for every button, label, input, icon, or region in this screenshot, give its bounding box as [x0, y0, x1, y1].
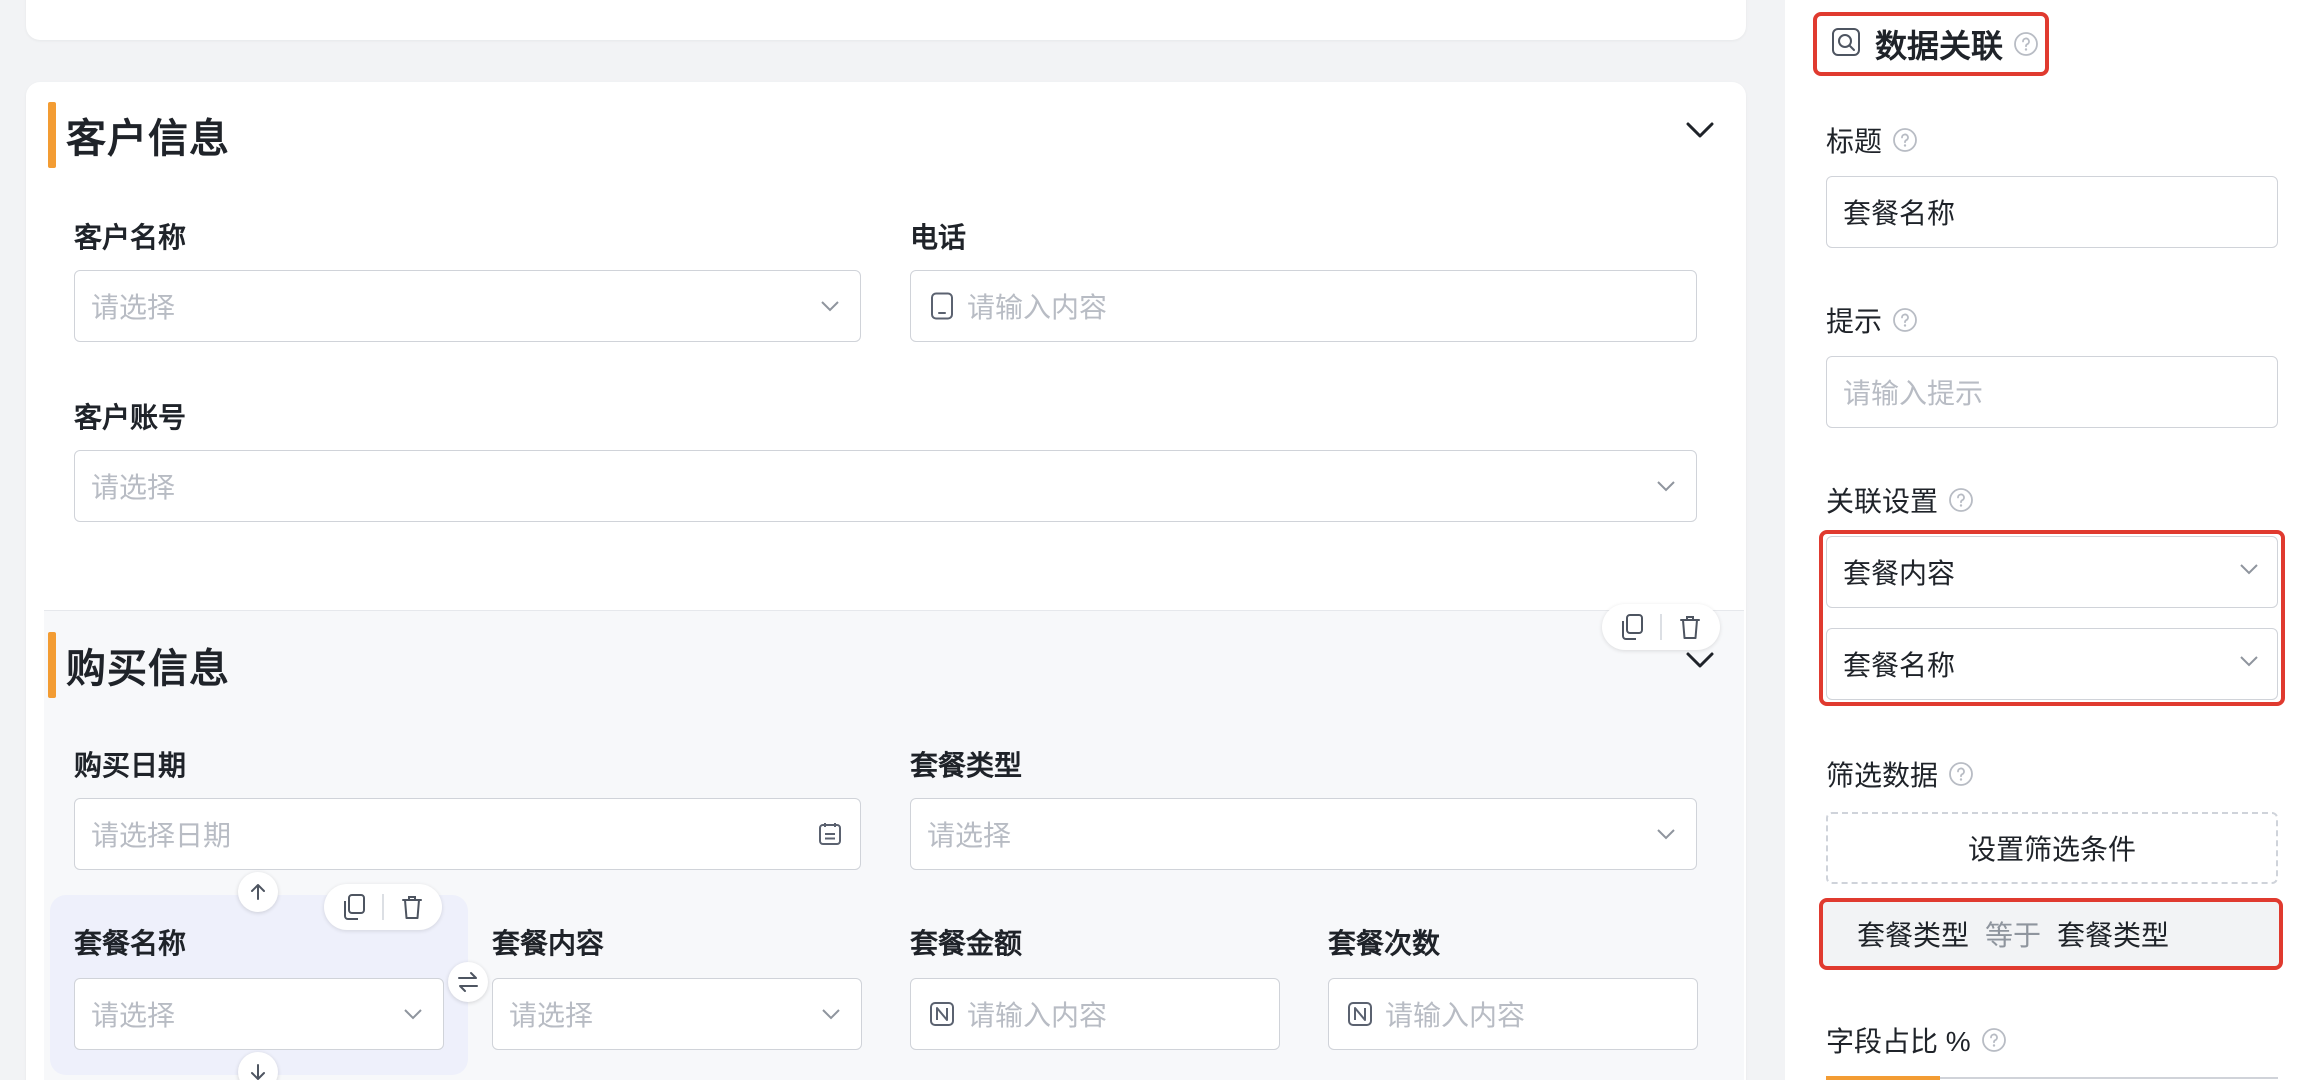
phone-placeholder: 请输入内容	[967, 292, 1108, 323]
customer-account-label: 客户账号	[74, 402, 187, 433]
package-name-select[interactable]: 请选择	[74, 978, 444, 1050]
field-toolbar	[324, 884, 442, 930]
customer-section-header: 客户信息	[48, 102, 230, 168]
purchase-section-header: 购买信息	[48, 632, 230, 698]
delete-icon[interactable]	[392, 887, 432, 927]
condition-operator: 等于	[1985, 920, 2042, 951]
purchase-date-picker[interactable]: 请选择日期	[74, 798, 861, 870]
hint-label-text: 提示	[1826, 306, 1883, 337]
relation-setting-label: 关联设置	[1826, 480, 1974, 520]
previous-section-card	[26, 0, 1746, 40]
help-icon[interactable]	[2013, 31, 2039, 57]
package-amount-input[interactable]: 请输入内容	[910, 978, 1280, 1050]
purchase-date-label: 购买日期	[74, 750, 187, 781]
customer-account-select[interactable]: 请选择	[74, 450, 1697, 522]
purchase-section-title: 购买信息	[66, 647, 230, 691]
hint-input-placeholder: 请输入提示	[1843, 378, 1984, 409]
title-label-text: 标题	[1826, 126, 1883, 157]
chevron-down-icon	[2237, 648, 2261, 680]
component-type-title: 数据关联	[1875, 28, 2004, 64]
swap-icon[interactable]	[448, 962, 488, 1002]
form-canvas: 客户信息 客户名称 请选择 电话 请输入内容 客户账号 请选择 购买信息 购买日…	[0, 0, 1785, 1080]
customer-name-select[interactable]: 请选择	[74, 270, 861, 342]
chevron-down-icon	[816, 292, 844, 320]
phone-icon	[927, 291, 957, 321]
hint-setting-label: 提示	[1826, 300, 1918, 340]
phone-label: 电话	[910, 222, 967, 253]
ratio-segments[interactable]	[1940, 1077, 2278, 1079]
condition-right-field: 套餐类型	[2057, 920, 2170, 951]
package-content-select[interactable]: 请选择	[492, 978, 862, 1050]
package-count-placeholder: 请输入内容	[1385, 1000, 1526, 1031]
condition-left-field: 套餐类型	[1857, 920, 1970, 951]
purchase-date-placeholder: 请选择日期	[91, 820, 232, 851]
number-icon	[927, 999, 957, 1029]
help-icon[interactable]	[1981, 1027, 2007, 1053]
chevron-down-icon	[399, 1000, 427, 1028]
chevron-down-icon	[1652, 820, 1680, 848]
chevron-down-icon	[2237, 556, 2261, 588]
customer-account-placeholder: 请选择	[91, 472, 176, 503]
relation-label-text: 关联设置	[1826, 486, 1939, 517]
delete-icon[interactable]	[1670, 607, 1710, 647]
customer-collapse-chevron-icon[interactable]	[1680, 115, 1720, 145]
package-name-placeholder: 请选择	[91, 1000, 176, 1031]
move-up-icon[interactable]	[238, 872, 278, 912]
customer-section-title: 客户信息	[66, 117, 230, 161]
hint-input[interactable]: 请输入提示	[1826, 356, 2278, 428]
copy-icon[interactable]	[1612, 607, 1652, 647]
section-accent-bar	[48, 102, 56, 168]
calendar-icon	[816, 820, 844, 848]
purchase-collapse-chevron-icon[interactable]	[1680, 645, 1720, 675]
help-icon[interactable]	[1892, 127, 1918, 153]
relation-field-select[interactable]: 套餐名称	[1826, 628, 2278, 700]
toolbar-divider	[1660, 614, 1662, 640]
chevron-down-icon	[1652, 472, 1680, 500]
copy-icon[interactable]	[334, 887, 374, 927]
section-accent-bar	[48, 632, 56, 698]
filter-condition-row[interactable]: 套餐类型 等于 套餐类型	[1819, 898, 2283, 970]
title-setting-label: 标题	[1826, 120, 1918, 160]
package-amount-placeholder: 请输入内容	[967, 1000, 1108, 1031]
package-amount-label: 套餐金额	[910, 928, 1023, 959]
title-input[interactable]: 套餐名称	[1826, 176, 2278, 248]
component-type-header: 数据关联	[1813, 12, 2049, 76]
toolbar-divider	[382, 894, 384, 920]
set-filter-button[interactable]: 设置筛选条件	[1826, 812, 2278, 884]
section-toolbar	[1602, 604, 1720, 650]
relation-field-value: 套餐名称	[1843, 650, 1956, 681]
package-type-select[interactable]: 请选择	[910, 798, 1697, 870]
phone-input[interactable]: 请输入内容	[910, 270, 1697, 342]
ratio-setting-label: 字段占比 %	[1826, 1020, 2007, 1060]
filter-label-text: 筛选数据	[1826, 760, 1939, 791]
filter-setting-label: 筛选数据	[1826, 754, 1974, 794]
property-panel: 数据关联 标题 套餐名称 提示 请输入提示 关联设置 套餐内容 套餐名称 筛选数…	[1785, 0, 2310, 1080]
relation-form-select[interactable]: 套餐内容	[1826, 536, 2278, 608]
number-icon	[1345, 999, 1375, 1029]
ratio-label-text: 字段占比 %	[1826, 1026, 1971, 1057]
package-count-input[interactable]: 请输入内容	[1328, 978, 1698, 1050]
title-input-value: 套餐名称	[1843, 198, 1956, 229]
help-icon[interactable]	[1948, 761, 1974, 787]
chevron-down-icon	[817, 1000, 845, 1028]
data-link-icon	[1831, 27, 1861, 62]
help-icon[interactable]	[1892, 307, 1918, 333]
package-count-label: 套餐次数	[1328, 928, 1441, 959]
customer-name-label: 客户名称	[74, 222, 187, 253]
package-type-label: 套餐类型	[910, 750, 1023, 781]
package-content-placeholder: 请选择	[509, 1000, 594, 1031]
customer-name-placeholder: 请选择	[91, 292, 176, 323]
ratio-selected-segment[interactable]	[1826, 1076, 1940, 1080]
package-name-label: 套餐名称	[74, 928, 187, 959]
package-content-label: 套餐内容	[492, 928, 605, 959]
help-icon[interactable]	[1948, 487, 1974, 513]
package-type-placeholder: 请选择	[927, 820, 1012, 851]
relation-form-value: 套餐内容	[1843, 558, 1956, 589]
